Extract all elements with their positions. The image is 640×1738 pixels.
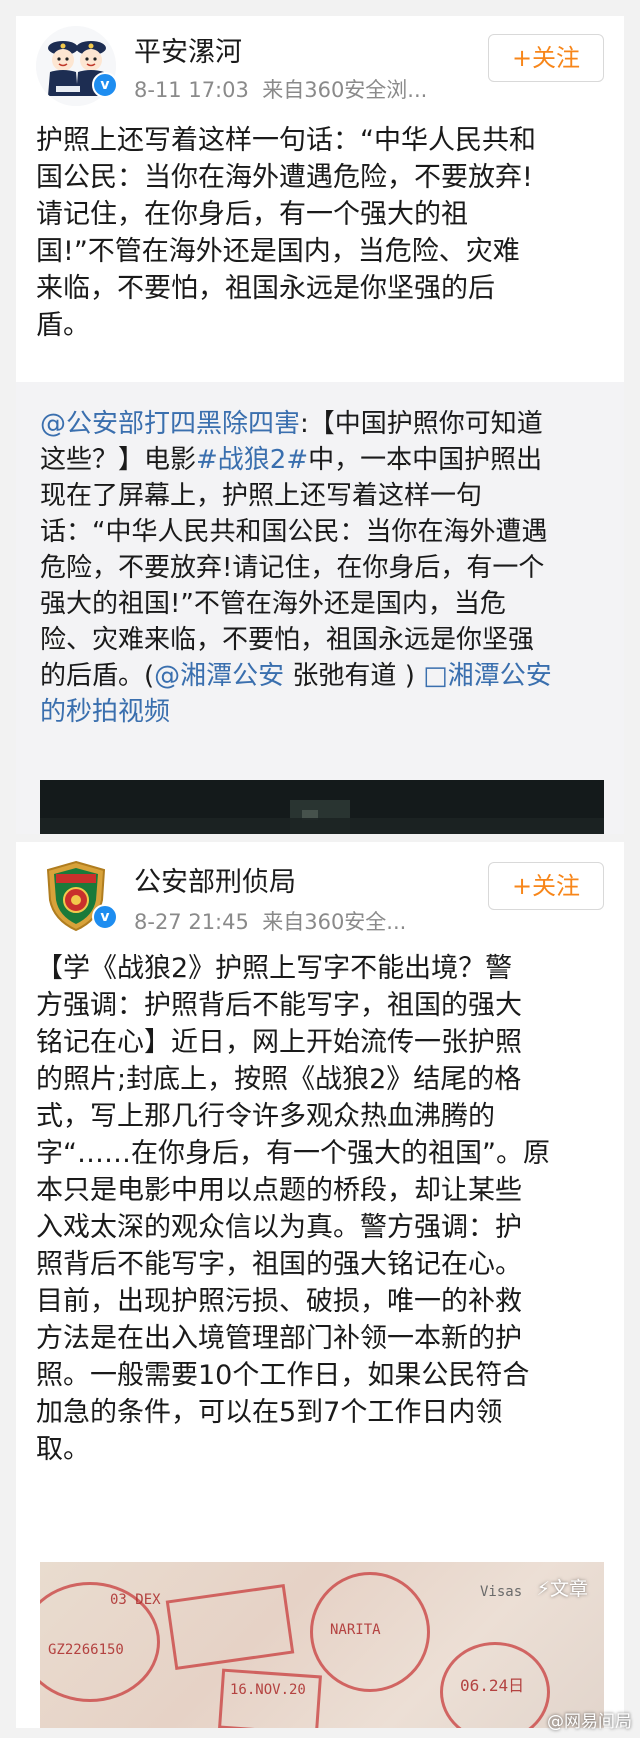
repost-text: 的后盾。( bbox=[40, 661, 155, 691]
repost-line: 现在了屏幕上，护照上还写着这样一句 bbox=[40, 481, 483, 511]
post-body-line: 铭记在心】近日，网上开始流传一张护照 bbox=[36, 1027, 522, 1058]
repost-text: 张弛有道 ) bbox=[284, 661, 424, 691]
visa-stamp bbox=[165, 1583, 295, 1671]
repost-line: 的后盾。(@湘潭公安 张弛有道 ) □湘潭公安 bbox=[40, 658, 604, 694]
repost-line: @公安部打四黑除四害:【中国护照你可知道 bbox=[40, 406, 604, 442]
post-source: 来自360安全... bbox=[262, 910, 407, 934]
post-body-line: 方强调：护照背后不能写字，祖国的强大 bbox=[36, 990, 522, 1021]
post-body: 【学《战狼2》护照上写字不能出境？警 方强调：护照背后不能写字，祖国的强大 铭记… bbox=[36, 950, 608, 1468]
stamp-text: 16.NOV.20 bbox=[230, 1682, 306, 1698]
post-meta: 8-27 21:45 来自360安全... bbox=[134, 906, 406, 936]
post-body-line: 式，写上那几行令许多观众热血沸腾的 bbox=[36, 1101, 495, 1132]
follow-button[interactable]: +关注 bbox=[488, 34, 604, 82]
repost-body: @公安部打四黑除四害:【中国护照你可知道 这些？】电影#战狼2#中，一本中国护照… bbox=[40, 406, 604, 730]
hashtag-link[interactable]: #战狼2# bbox=[196, 445, 308, 475]
post-body-line: 的照片;封底上，按照《战狼2》结尾的格 bbox=[36, 1064, 522, 1095]
repost-line: 话：“中华人民共和国公民：当你在海外遭遇 bbox=[40, 517, 548, 547]
reposted-content[interactable]: @公安部打四黑除四害:【中国护照你可知道 这些？】电影#战狼2#中，一本中国护照… bbox=[16, 382, 624, 834]
post-body-line: 照。一般需要10个工作日，如果公民符合 bbox=[36, 1360, 530, 1391]
stamp-text: Visas bbox=[480, 1584, 523, 1600]
mention-link[interactable]: @公安部打四黑除四害 bbox=[40, 409, 300, 439]
post-card-1: v 平安漯河 8-11 17:03 来自360安全浏... +关注 护照上还写着… bbox=[16, 16, 624, 834]
passport-stamps-photo[interactable]: 03 DEX GZ2266150 16.NOV.20 06.24日 Visas … bbox=[40, 1562, 604, 1728]
mention-link[interactable]: @湘潭公安 bbox=[154, 661, 284, 691]
post-body-line: 字“……在你身后，有一个强大的祖国”。原 bbox=[36, 1138, 550, 1169]
video-link[interactable]: 的秒拍视频 bbox=[40, 697, 170, 727]
post-body-line: 国!”不管在海外还是国内，当危险、灾难 bbox=[36, 236, 520, 267]
verified-badge-icon: v bbox=[92, 72, 118, 98]
repost-line: 的秒拍视频 bbox=[40, 694, 604, 730]
article-badge[interactable]: ⚡文章 bbox=[537, 1574, 588, 1601]
video-scene-image bbox=[40, 780, 604, 834]
author-name[interactable]: 平安漯河 bbox=[134, 30, 242, 69]
stamp-text: 03 DEX bbox=[110, 1592, 161, 1608]
stamp-text: GZ2266150 bbox=[48, 1642, 124, 1658]
post-source: 来自360安全浏... bbox=[262, 78, 428, 102]
post-body-line: 请记住，在你身后，有一个强大的祖 bbox=[36, 199, 468, 230]
post-body: 护照上还写着这样一句话：“中华人民共和 国公民：当你在海外遭遇危险，不要放弃! … bbox=[36, 122, 608, 344]
post-body-line: 入戏太深的观众信以为真。警方强调：护 bbox=[36, 1212, 522, 1243]
verified-badge-icon: v bbox=[92, 904, 118, 930]
repost-line: 危险，不要放弃!请记住，在你身后，有一个 bbox=[40, 553, 545, 583]
video-thumbnail[interactable] bbox=[40, 780, 604, 834]
repost-text: 这些？】电影 bbox=[40, 445, 197, 475]
post-body-line: 来临，不要怕，祖国永远是你坚强的后 bbox=[36, 273, 495, 304]
post-card-2: v 公安部刑侦局 8-27 21:45 来自360安全... +关注 【学《战狼… bbox=[16, 842, 624, 1728]
visa-stamp bbox=[218, 1668, 322, 1728]
watermark-label: @网易间局 bbox=[547, 1712, 632, 1732]
repost-text: :【中国护照你可知道 bbox=[300, 409, 543, 439]
post-time: 8-27 21:45 bbox=[134, 910, 249, 934]
repost-line: 强大的祖国!”不管在海外还是国内，当危 bbox=[40, 589, 506, 619]
follow-button[interactable]: +关注 bbox=[488, 862, 604, 910]
video-link[interactable]: □湘潭公安 bbox=[423, 661, 552, 691]
repost-text: 中，一本中国护照出 bbox=[308, 445, 543, 475]
author-name[interactable]: 公安部刑侦局 bbox=[134, 860, 296, 899]
post-body-line: 取。 bbox=[36, 1434, 90, 1465]
repost-line: 这些？】电影#战狼2#中，一本中国护照出 bbox=[40, 442, 604, 478]
post-body-line: 方法是在出入境管理部门补领一本新的护 bbox=[36, 1323, 522, 1354]
repost-line: 险、灾难来临，不要怕，祖国永远是你坚强 bbox=[40, 625, 535, 655]
post-body-line: 国公民：当你在海外遭遇危险，不要放弃! bbox=[36, 162, 533, 193]
stamp-text: NARITA bbox=[330, 1622, 381, 1638]
post-body-line: 照背后不能写字，祖国的强大铭记在心。 bbox=[36, 1249, 522, 1280]
post-body-line: 【学《战狼2》护照上写字不能出境？警 bbox=[36, 953, 513, 984]
post-body-line: 盾。 bbox=[36, 310, 90, 341]
weibo-feed: v 平安漯河 8-11 17:03 来自360安全浏... +关注 护照上还写着… bbox=[0, 0, 640, 1738]
post-time: 8-11 17:03 bbox=[134, 78, 249, 102]
post-body-line: 加急的条件，可以在5到7个工作日内领 bbox=[36, 1397, 503, 1428]
post-body-line: 目前，出现护照污损、破损，唯一的补救 bbox=[36, 1286, 522, 1317]
post-body-line: 本只是电影中用以点题的桥段，却让某些 bbox=[36, 1175, 522, 1206]
stamp-text: 06.24日 bbox=[460, 1676, 525, 1695]
post-body-line: 护照上还写着这样一句话：“中华人民共和 bbox=[36, 125, 536, 156]
post-meta: 8-11 17:03 来自360安全浏... bbox=[134, 74, 427, 104]
